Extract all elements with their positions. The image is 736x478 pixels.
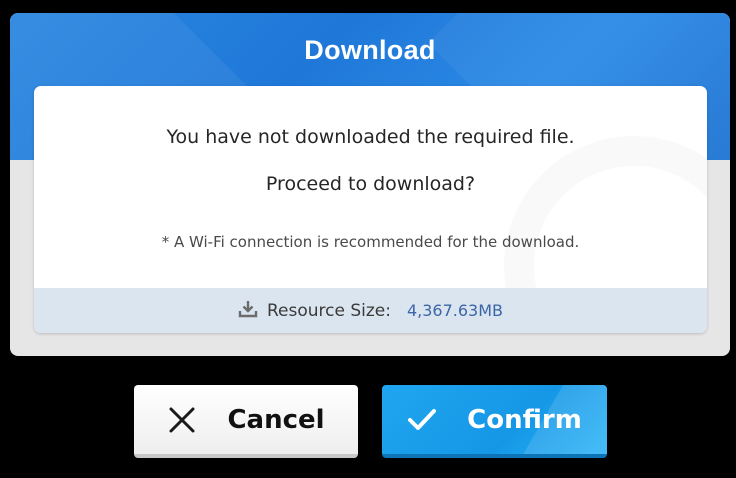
download-dialog: Download You have not downloaded the req… bbox=[10, 13, 730, 356]
prompt-text: Proceed to download? bbox=[265, 173, 476, 195]
dialog-content-card: You have not downloaded the required fil… bbox=[34, 86, 707, 333]
message-text: You have not downloaded the required fil… bbox=[166, 126, 575, 148]
wifi-note: * A Wi-Fi connection is recommended for … bbox=[161, 233, 580, 251]
cancel-button[interactable]: Cancel bbox=[134, 385, 358, 458]
download-tray-icon bbox=[238, 300, 258, 317]
resource-size-bar: Resource Size: 4,367.63MB bbox=[34, 288, 707, 333]
dialog-title: Download bbox=[304, 35, 436, 65]
confirm-button[interactable]: Confirm bbox=[382, 385, 607, 458]
close-icon bbox=[169, 407, 195, 432]
resource-size-label: Resource Size: bbox=[266, 300, 391, 321]
checkmark-icon bbox=[408, 408, 437, 430]
confirm-button-label: Confirm bbox=[467, 404, 582, 435]
resource-size-value: 4,367.63MB bbox=[406, 301, 504, 320]
cancel-button-label: Cancel bbox=[227, 404, 325, 435]
